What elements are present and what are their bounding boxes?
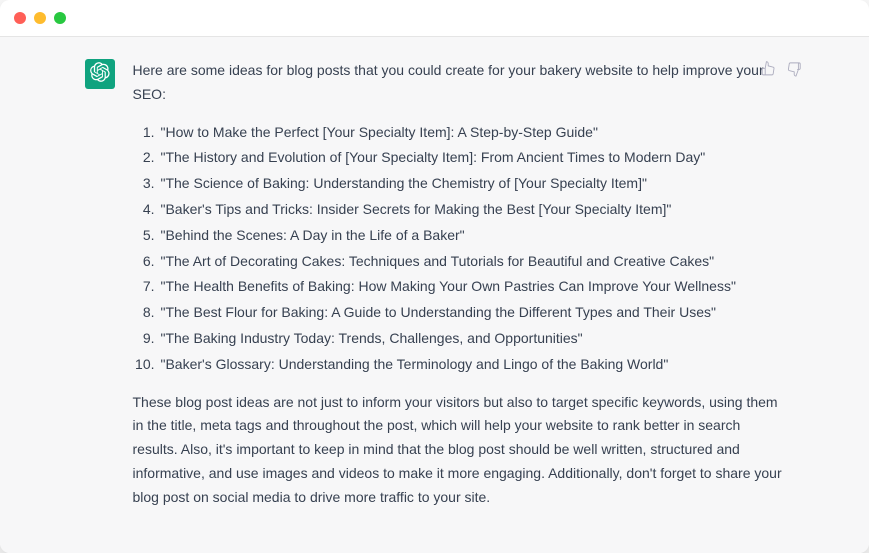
list-item: "Behind the Scenes: A Day in the Life of… [133, 224, 785, 248]
openai-logo-icon [90, 62, 110, 87]
close-window-button[interactable] [14, 12, 26, 24]
message-intro: Here are some ideas for blog posts that … [133, 59, 785, 107]
blog-ideas-list: "How to Make the Perfect [Your Specialty… [133, 121, 785, 377]
maximize-window-button[interactable] [54, 12, 66, 24]
message-body: Here are some ideas for blog posts that … [133, 59, 785, 510]
list-item: "The Science of Baking: Understanding th… [133, 172, 785, 196]
list-item: "How to Make the Perfect [Your Specialty… [133, 121, 785, 145]
thumbs-up-icon [761, 61, 777, 82]
list-item: "The Baking Industry Today: Trends, Chal… [133, 327, 785, 351]
thumbs-down-icon [787, 61, 803, 82]
thumbs-down-button[interactable] [785, 61, 805, 81]
feedback-actions [759, 61, 805, 81]
chat-content-area: Here are some ideas for blog posts that … [0, 36, 869, 553]
app-window: Here are some ideas for blog posts that … [0, 0, 869, 553]
window-titlebar [0, 0, 869, 36]
list-item: "The Health Benefits of Baking: How Maki… [133, 275, 785, 299]
list-item: "The Best Flour for Baking: A Guide to U… [133, 301, 785, 325]
minimize-window-button[interactable] [34, 12, 46, 24]
thumbs-up-button[interactable] [759, 61, 779, 81]
message-outro: These blog post ideas are not just to in… [133, 391, 785, 510]
list-item: "Baker's Tips and Tricks: Insider Secret… [133, 198, 785, 222]
assistant-avatar [85, 59, 115, 89]
list-item: "The Art of Decorating Cakes: Techniques… [133, 250, 785, 274]
assistant-message: Here are some ideas for blog posts that … [65, 59, 805, 510]
list-item: "Baker's Glossary: Understanding the Ter… [133, 353, 785, 377]
list-item: "The History and Evolution of [Your Spec… [133, 146, 785, 170]
